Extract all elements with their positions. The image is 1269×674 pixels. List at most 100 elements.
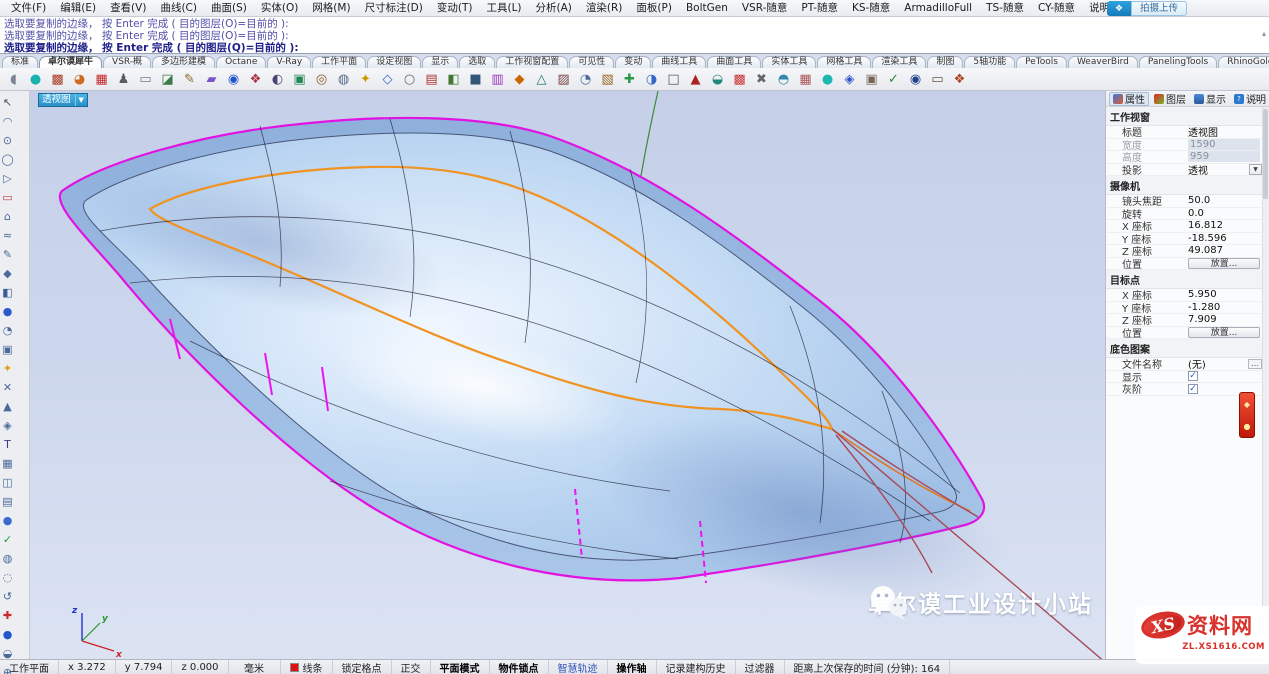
toolbar-icon[interactable]: ▤ <box>421 69 442 89</box>
status-item[interactable]: 智慧轨迹 <box>549 660 608 674</box>
target-z-value[interactable]: 7.909 <box>1188 314 1217 325</box>
status-item[interactable]: 线条 <box>281 660 333 674</box>
menu-item[interactable]: 曲线(C) <box>153 0 204 16</box>
command-area[interactable]: 选取要复制的边缘， 按 Enter 完成 ( 目的图层(O)=目前的 ): 选取… <box>0 17 1269 54</box>
toolbar-icon[interactable]: ✚ <box>0 606 15 625</box>
menu-item[interactable]: VSR-随意 <box>735 0 795 16</box>
toolbar-icon[interactable]: ◆ <box>0 264 15 283</box>
toolbar-icon[interactable]: ▣ <box>0 340 15 359</box>
toolbar-icon[interactable]: △ <box>531 69 552 89</box>
toolbar-icon[interactable]: ◠ <box>0 112 15 131</box>
status-item[interactable]: 操作轴 <box>608 660 657 674</box>
panel-scrollbar[interactable] <box>1262 107 1269 659</box>
toolbar-icon[interactable]: ■ <box>465 69 486 89</box>
toolbar-icon[interactable]: ▲ <box>685 69 706 89</box>
menu-item[interactable]: 变动(T) <box>430 0 480 16</box>
toolbar-icon[interactable]: ◈ <box>0 416 15 435</box>
toolbar-tab[interactable]: 选取 <box>459 56 495 68</box>
toolbar-icon[interactable]: ◫ <box>0 473 15 492</box>
toolbar-icon[interactable]: ↺ <box>0 587 15 606</box>
grayscale-checkbox[interactable]: ✓ <box>1188 384 1198 394</box>
toolbar-icon[interactable]: ▥ <box>487 69 508 89</box>
menu-item[interactable]: 实体(O) <box>254 0 305 16</box>
status-item[interactable]: 物件锁点 <box>490 660 549 674</box>
menu-item[interactable]: 尺寸标注(D) <box>358 0 430 16</box>
toolbar-icon[interactable]: ▣ <box>289 69 310 89</box>
status-item[interactable]: 工作平面 <box>0 660 59 674</box>
toolbar-tab[interactable]: 工作平面 <box>312 56 366 68</box>
toolbar-tab[interactable]: 工作视窗配置 <box>496 56 568 68</box>
status-item[interactable]: 锁定格点 <box>333 660 392 674</box>
toolbar-icon[interactable]: ◈ <box>839 69 860 89</box>
menu-item[interactable]: 文件(F) <box>4 0 53 16</box>
screenshot-upload-button[interactable]: ❖ 拍摄上传 <box>1107 1 1187 16</box>
toolbar-icon[interactable]: ↖ <box>0 93 15 112</box>
toolbar-icon[interactable]: ◎ <box>311 69 332 89</box>
toolbar-tab[interactable]: 多边形建模 <box>152 56 215 68</box>
toolbar-icon[interactable]: ◑ <box>641 69 662 89</box>
rotation-value[interactable]: 0.0 <box>1188 208 1204 219</box>
toolbar-icon[interactable]: ◒ <box>707 69 728 89</box>
show-checkbox[interactable]: ✓ <box>1188 371 1198 381</box>
chevron-up-icon[interactable]: ▴ <box>1262 29 1266 38</box>
toolbar-tab[interactable]: 标准 <box>2 56 38 68</box>
toolbar-tab[interactable]: 卓尔谟犀牛 <box>39 56 102 68</box>
target-place-button[interactable]: 放置... <box>1188 327 1260 338</box>
toolbar-icon[interactable]: ✓ <box>883 69 904 89</box>
status-item[interactable]: 过滤器 <box>736 660 785 674</box>
camera-y-value[interactable]: -18.596 <box>1188 233 1227 244</box>
floating-sidebar-widget[interactable]: ◆● <box>1239 392 1255 438</box>
menu-item[interactable]: 工具(L) <box>479 0 528 16</box>
menu-item[interactable]: 分析(A) <box>529 0 579 16</box>
gear-icon[interactable]: ⚙ <box>1250 93 1259 104</box>
menu-item[interactable]: PT-随意 <box>794 0 845 16</box>
toolbar-icon[interactable]: ◔ <box>0 321 15 340</box>
toolbar-icon[interactable]: ✦ <box>0 359 15 378</box>
toolbar-tab[interactable]: VSR-概 <box>103 56 151 68</box>
panel-tab[interactable]: 显示 <box>1191 92 1229 106</box>
toolbar-icon[interactable]: ▧ <box>597 69 618 89</box>
toolbar-icon[interactable]: ◯ <box>0 150 15 169</box>
toolbar-icon[interactable]: ✖ <box>751 69 772 89</box>
toolbar-tab[interactable]: 网格工具 <box>817 56 871 68</box>
toolbar-icon[interactable]: ◍ <box>0 549 15 568</box>
menu-item[interactable]: CY-随意 <box>1031 0 1082 16</box>
toolbar-icon[interactable]: ◖ <box>3 69 24 89</box>
menu-item[interactable]: KS-随意 <box>845 0 897 16</box>
toolbar-tab[interactable]: 制图 <box>927 56 963 68</box>
panel-tab[interactable]: 属性 <box>1109 92 1149 106</box>
target-y-value[interactable]: -1.280 <box>1188 302 1220 313</box>
toolbar-tab[interactable]: RhinoGold <box>1218 56 1269 68</box>
toolbar-icon[interactable]: ▤ <box>0 492 15 511</box>
toolbar-icon[interactable]: ✕ <box>0 378 15 397</box>
focal-length-value[interactable]: 50.0 <box>1188 195 1210 206</box>
sole-model-3d[interactable]: z y x <box>30 91 1105 659</box>
toolbar-icon[interactable]: ● <box>0 511 15 530</box>
toolbar-icon[interactable]: ▷ <box>0 169 15 188</box>
browse-button[interactable]: … <box>1248 359 1262 369</box>
menu-item[interactable]: BoltGen <box>679 0 735 16</box>
toolbar-icon[interactable]: ◪ <box>157 69 178 89</box>
menu-item[interactable]: 曲面(S) <box>204 0 254 16</box>
toolbar-tab[interactable]: WeaverBird <box>1068 56 1138 68</box>
toolbar-icon[interactable]: ◉ <box>223 69 244 89</box>
toolbar-tab[interactable]: PeTools <box>1016 56 1067 68</box>
toolbar-icon[interactable]: ● <box>817 69 838 89</box>
menu-item[interactable]: 查看(V) <box>103 0 153 16</box>
toolbar-icon[interactable]: ◓ <box>773 69 794 89</box>
toolbar-icon[interactable]: ● <box>0 625 15 644</box>
toolbar-icon[interactable]: ▭ <box>135 69 156 89</box>
status-item[interactable]: 正交 <box>392 660 431 674</box>
toolbar-icon[interactable]: ▭ <box>927 69 948 89</box>
toolbar-icon[interactable]: ❖ <box>949 69 970 89</box>
status-item[interactable]: 记录建构历史 <box>657 660 736 674</box>
camera-x-value[interactable]: 16.812 <box>1188 220 1223 231</box>
toolbar-tab[interactable]: 变动 <box>615 56 651 68</box>
toolbar-icon[interactable]: ○ <box>399 69 420 89</box>
camera-place-button[interactable]: 放置... <box>1188 258 1260 269</box>
toolbar-icon[interactable]: ♟ <box>113 69 134 89</box>
toolbar-icon[interactable]: ● <box>25 69 46 89</box>
toolbar-icon[interactable]: ◧ <box>0 283 15 302</box>
toolbar-icon[interactable]: ▰ <box>201 69 222 89</box>
toolbar-icon[interactable]: ▩ <box>47 69 68 89</box>
